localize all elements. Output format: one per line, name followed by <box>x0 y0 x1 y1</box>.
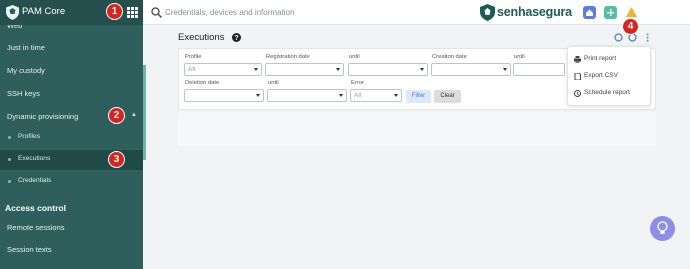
add-icon[interactable] <box>604 6 617 19</box>
until-label: until <box>349 54 360 60</box>
chevron-down-icon <box>503 68 507 71</box>
sidebar-subitem-executions[interactable]: Executions <box>18 155 50 162</box>
search-icon <box>151 7 162 18</box>
printer-icon <box>574 56 581 63</box>
until-label: until <box>514 54 525 60</box>
more-vertical-icon[interactable] <box>643 33 652 42</box>
bullet-icon <box>8 180 11 183</box>
sidebar-subitem-profiles[interactable]: Profiles <box>18 133 40 140</box>
schedule-report-item[interactable]: Schedule report <box>584 89 630 96</box>
error-select-value: All <box>354 92 362 99</box>
annotation-marker-1: 1 <box>106 3 123 20</box>
home-icon[interactable] <box>583 6 596 19</box>
bullet-icon <box>8 136 11 139</box>
sidebar-item-remote-sessions[interactable]: Remote sessions <box>7 223 65 232</box>
refresh-icon[interactable] <box>614 33 623 42</box>
error-select[interactable]: All <box>350 89 402 102</box>
filter-button[interactable]: Filter <box>406 90 431 103</box>
deletion-date-input[interactable] <box>184 89 264 102</box>
annotation-marker-4: 4 <box>622 18 639 35</box>
svg-text:?: ? <box>234 35 238 42</box>
bullet-icon <box>8 158 11 161</box>
print-report-item[interactable]: Print report <box>584 55 616 62</box>
creation-until-input[interactable] <box>513 63 565 76</box>
sidebar-item-just-in-time[interactable]: Just in time <box>7 43 45 52</box>
sidebar-item-session-texts[interactable]: Session texts <box>7 245 52 254</box>
sidebar-subitem-credentials[interactable]: Credentials <box>18 177 51 184</box>
annotation-marker-3: 3 <box>108 151 125 168</box>
sidebar: PAM Core Web Just in time My custody SSH… <box>0 0 143 269</box>
app-title: PAM Core <box>22 6 66 17</box>
chevron-down-icon <box>394 94 398 97</box>
help-bulb-button[interactable] <box>650 216 675 241</box>
document-icon <box>574 73 581 80</box>
sidebar-item-dynamic-provisioning[interactable]: Dynamic provisioning <box>7 112 78 121</box>
chevron-down-icon <box>420 68 424 71</box>
sidebar-section-title: Access control <box>5 203 66 213</box>
clear-button[interactable]: Clear <box>434 90 461 103</box>
sidebar-item-my-custody[interactable]: My custody <box>7 66 45 75</box>
chevron-down-icon <box>339 94 343 97</box>
chevron-down-icon <box>256 94 260 97</box>
notification-icon[interactable] <box>625 6 638 19</box>
chevron-up-icon: ▲ <box>131 112 137 118</box>
registration-until-input[interactable] <box>348 63 428 76</box>
search-input[interactable] <box>165 5 425 20</box>
brand-name: senhasegura <box>497 5 572 19</box>
until-label: until <box>268 80 279 86</box>
deletion-until-input[interactable] <box>267 89 347 102</box>
help-icon[interactable]: ? <box>232 33 241 42</box>
profile-select[interactable]: All <box>184 63 262 76</box>
chevron-down-icon <box>254 68 258 71</box>
senhasegura-logo-icon <box>480 4 495 21</box>
registration-date-label: Registration date <box>266 54 310 60</box>
creation-date-label: Creation date <box>432 54 467 60</box>
sidebar-scrollbar[interactable] <box>143 65 146 160</box>
deletion-date-label: Deletion date <box>185 80 220 86</box>
sidebar-item-ssh-keys[interactable]: SSH keys <box>7 89 40 98</box>
annotation-marker-2: 2 <box>108 107 125 124</box>
profile-label: Profile <box>185 54 202 60</box>
profile-select-value: All <box>188 66 196 73</box>
apps-grid-icon[interactable] <box>127 7 138 18</box>
registration-date-input[interactable] <box>265 63 344 76</box>
page-title: Executions <box>178 32 225 43</box>
results-panel <box>178 112 656 146</box>
error-label: Error <box>351 80 364 86</box>
pam-logo-icon <box>6 5 19 20</box>
clock-icon <box>574 90 581 97</box>
chevron-down-icon <box>336 68 340 71</box>
lightbulb-icon <box>657 221 668 234</box>
creation-date-input[interactable] <box>431 63 511 76</box>
export-csv-item[interactable]: Export CSV <box>584 72 618 79</box>
